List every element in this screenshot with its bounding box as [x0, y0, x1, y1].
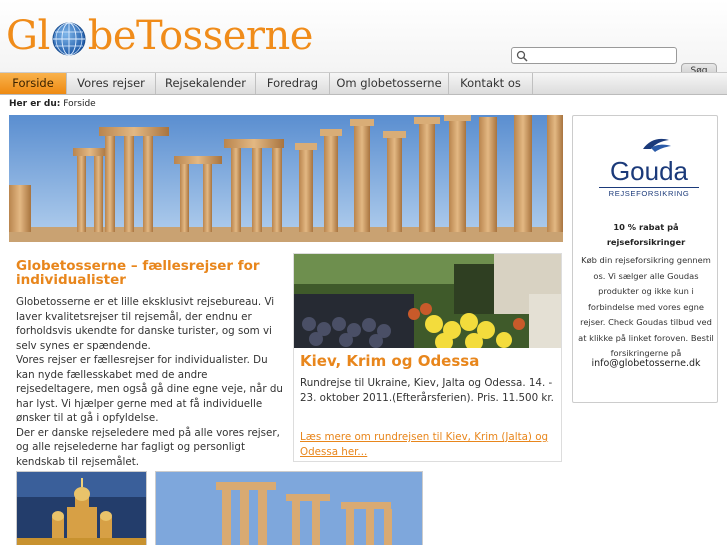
intro-paragraph: Der er danske rejseledere med på alle vo… — [16, 426, 280, 468]
sidebar-text: Køb din rejseforsikring gennem os. Vi sæ… — [578, 255, 714, 358]
nav-item-forside[interactable]: Forside — [0, 73, 67, 94]
ruins-image[interactable] — [155, 471, 423, 545]
site-logo[interactable]: Gl beTosserne — [6, 6, 313, 66]
moscow-image[interactable] — [16, 471, 147, 545]
intro-body: Globetosserne er et lille eksklusivt rej… — [16, 295, 286, 469]
breadcrumb-current[interactable]: Forside — [63, 99, 96, 109]
intro-paragraph: Vores rejser er fællesrejser for individ… — [16, 354, 283, 424]
globe-icon — [52, 22, 86, 56]
trip-card: Kiev, Krim og Odessa Rundrejse til Ukrai… — [293, 253, 562, 462]
gouda-logo[interactable]: Gouda REJSEFORSIKRING — [599, 134, 699, 204]
logo-text-left: Gl — [6, 13, 50, 59]
search-input[interactable] — [530, 49, 674, 62]
intro-title: Globetosserne – fællesrejser for individ… — [16, 258, 260, 288]
nav-item-kontakt-os[interactable]: Kontakt os — [449, 73, 533, 94]
intro-paragraph: Globetosserne er et lille eksklusivt rej… — [16, 296, 275, 352]
bird-icon — [643, 138, 671, 152]
main-nav: Forside Vores rejser Rejsekalender Fored… — [0, 72, 727, 95]
nav-item-vores-rejser[interactable]: Vores rejser — [67, 73, 156, 94]
header: Gl beTosserne Søg — [0, 0, 727, 79]
sidebar-heading: 10 % rabat på rejseforsikringer — [606, 222, 686, 247]
gouda-subtitle: REJSEFORSIKRING — [599, 187, 699, 198]
search-box[interactable] — [511, 47, 677, 64]
hero-image — [9, 115, 563, 242]
logo-text-right: beTosserne — [87, 13, 314, 59]
trip-read-more-link[interactable]: Læs mere om rundrejsen til Kiev, Krim (J… — [300, 430, 555, 459]
breadcrumb: Her er du: Forside — [9, 99, 96, 109]
nav-item-om-globetosserne[interactable]: Om globetosserne — [330, 73, 449, 94]
trip-image[interactable] — [294, 254, 561, 348]
trip-title[interactable]: Kiev, Krim og Odessa — [300, 352, 479, 370]
search-icon — [516, 50, 528, 62]
gouda-wordmark: Gouda — [609, 156, 689, 186]
sidebar-email[interactable]: info@globetosserne.dk — [579, 358, 713, 369]
insurance-sidebar: Gouda REJSEFORSIKRING 10 % rabat på rejs… — [572, 115, 718, 403]
nav-item-rejsekalender[interactable]: Rejsekalender — [156, 73, 256, 94]
trip-description: Rundrejse til Ukraine, Kiev, Jalta og Od… — [300, 377, 554, 404]
breadcrumb-label: Her er du: — [9, 99, 61, 109]
nav-item-foredrag[interactable]: Foredrag — [256, 73, 330, 94]
